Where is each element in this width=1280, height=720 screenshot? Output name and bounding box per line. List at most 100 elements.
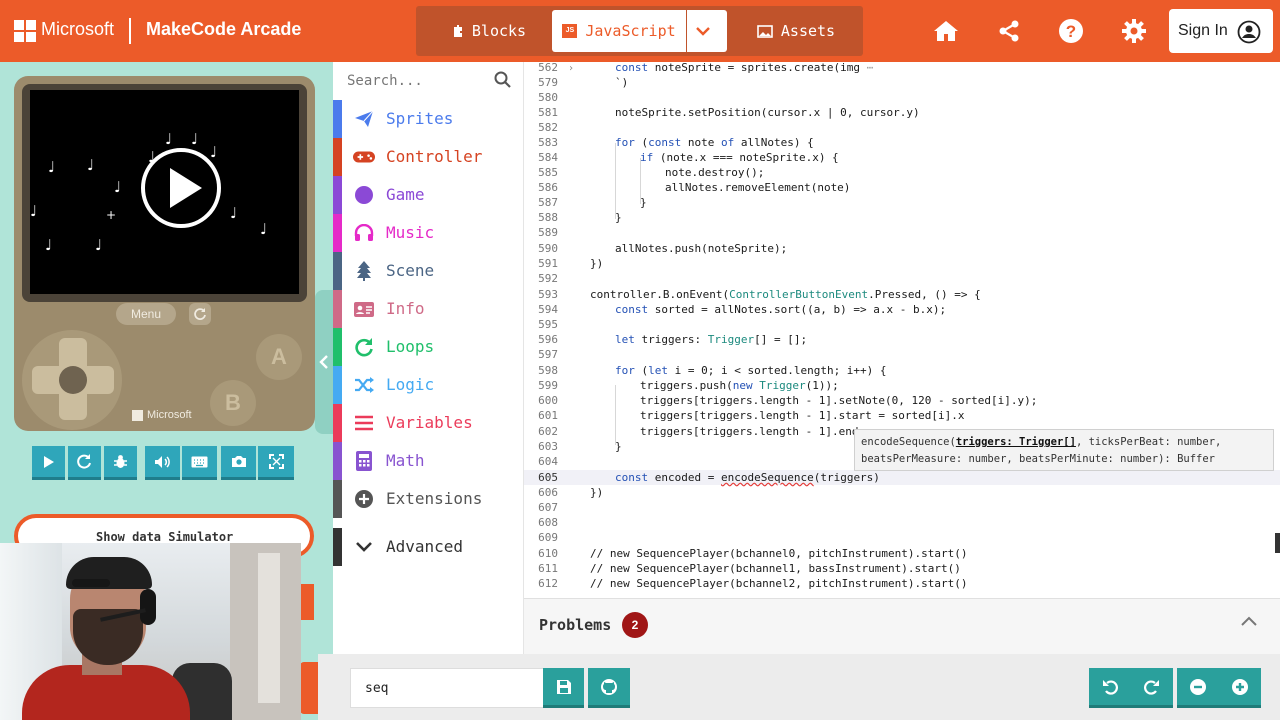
- line-text: controller.B.onEvent(ControllerButtonEve…: [590, 288, 981, 301]
- line-number: 586: [538, 181, 558, 194]
- problems-panel[interactable]: Problems 2: [524, 598, 1280, 654]
- screen-bezel: ♩ ♩ ♩ ♩ ♩ ♩ ♩ ♩ ♩ ♩ ♩ ♩ +: [22, 84, 307, 302]
- line-number: 609: [538, 531, 558, 544]
- toolbox-item-game[interactable]: Game: [333, 176, 524, 214]
- help-icon: ?: [1059, 19, 1083, 43]
- shuffle-icon: [353, 375, 375, 395]
- top-header: Microsoft MakeCode Arcade Blocks JS Java…: [0, 0, 1280, 62]
- line-text: triggers[triggers.length - 1].setNote(0,…: [640, 394, 1038, 407]
- project-name-input[interactable]: [350, 668, 544, 708]
- share-button[interactable]: [994, 16, 1024, 46]
- github-icon: [601, 678, 617, 695]
- line-text: if (note.x === noteSprite.x) {: [640, 151, 839, 164]
- toolbox-item-info[interactable]: Info: [333, 290, 524, 328]
- sim-screenshot-button[interactable]: [221, 446, 256, 480]
- restart-icon: [77, 454, 91, 469]
- home-button[interactable]: [931, 16, 961, 46]
- sim-restart-button[interactable]: [68, 446, 101, 480]
- sim-mute-button[interactable]: [145, 446, 180, 480]
- toolbox-item-variables[interactable]: Variables: [333, 404, 524, 442]
- circle-icon: [353, 185, 375, 205]
- tab-assets[interactable]: Assets: [736, 10, 856, 52]
- editor-scrollbar-marker[interactable]: [1275, 533, 1280, 553]
- save-button[interactable]: [543, 668, 584, 708]
- bottom-toolbar: [318, 654, 1280, 720]
- toolbox-item-controller[interactable]: Controller: [333, 138, 524, 176]
- calculator-icon: [353, 451, 375, 471]
- code-line: 609: [524, 530, 1280, 545]
- chevron-up-icon[interactable]: [1240, 615, 1258, 627]
- hint-line-1: encodeSequence(triggers: Trigger[], tick…: [861, 434, 1267, 451]
- tab-javascript[interactable]: JS JavaScript: [552, 10, 686, 52]
- code-line: 600 triggers[triggers.length - 1].setNote…: [524, 393, 1280, 408]
- tab-blocks[interactable]: Blocks: [426, 10, 552, 52]
- line-number: 582: [538, 121, 558, 134]
- problems-count-badge: 2: [622, 612, 648, 638]
- redo-button[interactable]: [1131, 668, 1173, 708]
- toolbox-search-input[interactable]: [347, 70, 487, 92]
- line-text: note.destroy();: [665, 166, 765, 179]
- line-text: }: [615, 440, 622, 453]
- settings-button[interactable]: [1119, 16, 1149, 46]
- gamepad-icon: [353, 147, 375, 167]
- toolbox: Sprites Controller Game Music Scene Info…: [333, 62, 524, 720]
- a-button[interactable]: A: [256, 334, 302, 380]
- app-title[interactable]: MakeCode Arcade: [146, 19, 301, 40]
- toolbox-label: Logic: [386, 375, 435, 394]
- line-text: allNotes.removeElement(note): [665, 181, 851, 194]
- code-line: 606}): [524, 485, 1280, 500]
- note-sprite: ♩: [48, 158, 56, 176]
- tree-icon: [353, 261, 375, 281]
- redo-icon: [1144, 679, 1159, 695]
- toolbox-item-math[interactable]: Math: [333, 442, 524, 480]
- sim-keyboard-button[interactable]: [182, 446, 217, 480]
- sim-fullscreen-button[interactable]: [258, 446, 294, 480]
- undo-button[interactable]: [1089, 668, 1131, 708]
- zoom-in-button[interactable]: [1219, 668, 1261, 708]
- tab-assets-label: Assets: [780, 22, 836, 40]
- console-brand-label: Microsoft: [147, 409, 192, 421]
- line-text: triggers.push(new Trigger(1));: [640, 379, 839, 392]
- line-text: for (const note of allNotes) {: [615, 136, 814, 149]
- code-line: 582: [524, 120, 1280, 135]
- sign-in-button[interactable]: Sign In: [1169, 9, 1273, 53]
- code-editor[interactable]: 562 › const noteSprite = sprites.create(im…: [524, 62, 1280, 598]
- zoom-out-button[interactable]: [1177, 668, 1219, 708]
- puzzle-icon: [453, 25, 462, 37]
- fold-expand-icon[interactable]: ›: [568, 62, 574, 76]
- toolbox-label: Advanced: [386, 537, 464, 556]
- play-icon: [43, 455, 54, 468]
- sim-play-button[interactable]: [32, 446, 65, 480]
- reset-button[interactable]: [189, 303, 211, 325]
- refresh-icon: [194, 308, 206, 320]
- toolbox-item-sprites[interactable]: Sprites: [333, 100, 524, 138]
- note-sprite: ♩: [191, 130, 199, 148]
- sim-debug-button[interactable]: [104, 446, 137, 480]
- simulator-toolbar: [32, 446, 294, 480]
- help-button[interactable]: ?: [1056, 16, 1086, 46]
- toolbox-item-extensions[interactable]: Extensions: [333, 480, 524, 518]
- line-text: for (let i = 0; i < sorted.length; i++) …: [615, 364, 887, 377]
- play-overlay-button[interactable]: [141, 148, 221, 228]
- game-screen[interactable]: ♩ ♩ ♩ ♩ ♩ ♩ ♩ ♩ ♩ ♩ ♩ ♩ +: [30, 90, 299, 294]
- code-line-current: 605 const encoded = encodeSequence(trigge…: [524, 470, 1280, 485]
- line-text: `): [615, 76, 629, 89]
- code-line: 584 if (note.x === noteSprite.x) {: [524, 150, 1280, 165]
- toolbox-item-advanced[interactable]: Advanced: [333, 528, 524, 566]
- line-number: 601: [538, 409, 558, 422]
- github-button[interactable]: [588, 668, 630, 708]
- menu-button[interactable]: Menu: [116, 303, 176, 325]
- toolbox-item-logic[interactable]: Logic: [333, 366, 524, 404]
- toolbox-item-scene[interactable]: Scene: [333, 252, 524, 290]
- language-dropdown-button[interactable]: [687, 10, 727, 52]
- search-icon[interactable]: [494, 71, 511, 88]
- toolbox-item-loops[interactable]: Loops: [333, 328, 524, 366]
- note-sprite: ♩: [260, 220, 268, 238]
- code-line: 598 for (let i = 0; i < sorted.length; i+…: [524, 363, 1280, 378]
- chevron-down-icon: [696, 27, 710, 36]
- b-button[interactable]: B: [210, 380, 256, 426]
- toolbox-item-music[interactable]: Music: [333, 214, 524, 252]
- collapse-simulator-button[interactable]: [315, 290, 333, 434]
- category-stripe: [333, 176, 342, 214]
- line-number: 579: [538, 76, 558, 89]
